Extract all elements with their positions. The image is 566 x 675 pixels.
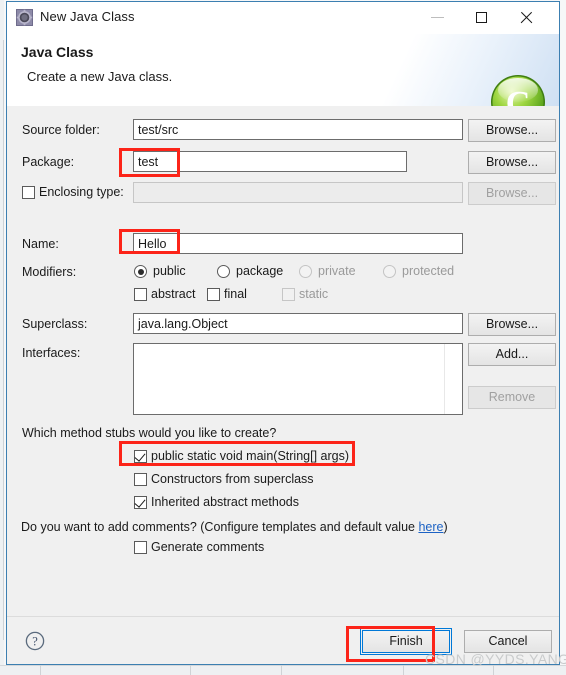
help-icon[interactable]: ?: [25, 631, 45, 651]
stub-checkbox-constructors[interactable]: [134, 473, 147, 486]
enclosing-type-input[interactable]: [133, 182, 463, 203]
green-class-icon: C: [487, 72, 549, 107]
interfaces-listbox[interactable]: [133, 343, 463, 415]
check-mark: [134, 496, 146, 508]
modifier-label-final: final: [224, 287, 247, 301]
comments-question-suffix: ): [443, 520, 448, 534]
page-description: Create a new Java class.: [27, 69, 173, 84]
modifier-label-public: public: [153, 264, 186, 278]
generate-comments-checkbox[interactable]: [134, 541, 147, 554]
interfaces-remove-button: Remove: [468, 386, 556, 409]
method-stubs-question: Which method stubs would you like to cre…: [22, 426, 277, 440]
configure-templates-link[interactable]: here: [418, 520, 443, 534]
name-input[interactable]: Hello: [133, 233, 463, 254]
package-label: Package:: [22, 155, 75, 169]
listbox-divider: [444, 344, 445, 414]
interfaces-add-button[interactable]: Add...: [468, 343, 556, 366]
watermark: CSDN @YYDS.YANG: [425, 651, 566, 667]
annotation-finish-button: [346, 626, 435, 662]
modifier-radio-public[interactable]: [134, 265, 147, 278]
minimize-icon: [431, 17, 444, 18]
modifier-label-package: package: [236, 264, 284, 278]
annotation-main-stub: [119, 441, 355, 466]
annotation-name-value: [119, 229, 180, 254]
modifier-label-abstract: abstract: [151, 287, 196, 301]
annotation-package-value: [119, 148, 180, 177]
modifier-radio-protected: [383, 265, 396, 278]
generate-comments-label: Generate comments: [151, 540, 265, 554]
name-label: Name:: [22, 237, 59, 251]
background-tick: [190, 665, 191, 675]
stub-label-inherited: Inherited abstract methods: [151, 495, 299, 509]
enclosing-type-label: Enclosing type:: [39, 185, 124, 199]
title-bar: New Java Class: [7, 2, 559, 34]
close-icon: [519, 11, 533, 25]
maximize-button[interactable]: [460, 2, 504, 33]
page-title: Java Class: [21, 44, 94, 60]
form-area: Source folder: test/src Browse... Packag…: [7, 106, 559, 616]
enclosing-type-browse-button: Browse...: [468, 182, 556, 205]
background-left-line: [3, 40, 4, 640]
screen: New Java Class Java Class Create a new J…: [0, 0, 566, 675]
source-folder-input[interactable]: test/src: [133, 119, 463, 140]
modifier-label-static: static: [299, 287, 329, 301]
comments-question-prefix: Do you want to add comments? (Configure …: [21, 520, 419, 534]
maximize-icon: [476, 12, 487, 23]
superclass-browse-button[interactable]: Browse...: [468, 313, 556, 336]
modifier-checkbox-final[interactable]: [207, 288, 220, 301]
wizard-banner: Java Class Create a new Java class. C: [7, 34, 559, 107]
interfaces-label: Interfaces:: [22, 346, 81, 360]
source-folder-label: Source folder:: [22, 123, 100, 137]
svg-text:C: C: [506, 85, 531, 107]
modifier-label-private: private: [318, 264, 356, 278]
stub-checkbox-inherited[interactable]: [134, 496, 147, 509]
minimize-button[interactable]: [416, 2, 460, 33]
modifier-radio-package[interactable]: [217, 265, 230, 278]
source-folder-browse-button[interactable]: Browse...: [468, 119, 556, 142]
modifier-checkbox-abstract[interactable]: [134, 288, 147, 301]
background-tick: [403, 665, 404, 675]
modifier-label-protected: protected: [402, 264, 455, 278]
close-button[interactable]: [504, 2, 548, 33]
stub-label-constructors: Constructors from superclass: [151, 472, 314, 486]
radio-dot: [137, 268, 144, 275]
new-java-class-dialog: New Java Class Java Class Create a new J…: [6, 1, 560, 665]
superclass-label: Superclass:: [22, 317, 88, 331]
background-tick: [281, 665, 282, 675]
modifier-checkbox-static: [282, 288, 295, 301]
package-browse-button[interactable]: Browse...: [468, 151, 556, 174]
window-title: New Java Class: [40, 9, 135, 24]
superclass-input[interactable]: java.lang.Object: [133, 313, 463, 334]
background-tick: [40, 665, 41, 675]
cancel-button[interactable]: Cancel: [464, 630, 552, 653]
java-wizard-icon: [16, 9, 33, 26]
modifier-radio-private: [299, 265, 312, 278]
comments-question: Do you want to add comments? (Configure …: [21, 520, 448, 534]
svg-text:?: ?: [32, 635, 38, 649]
modifiers-label: Modifiers:: [22, 265, 77, 279]
enclosing-type-checkbox[interactable]: [22, 186, 35, 199]
